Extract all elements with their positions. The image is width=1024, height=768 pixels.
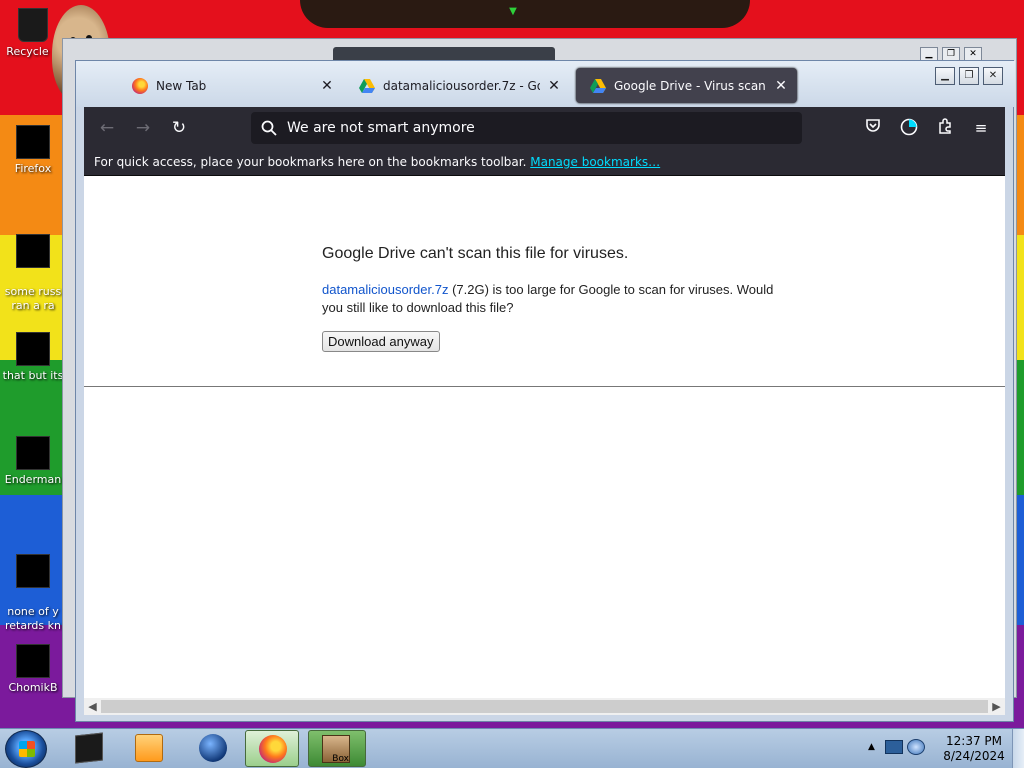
reload-icon[interactable]: ↻	[168, 118, 190, 140]
taskbar-clock[interactable]: 12:37 PM 8/24/2024	[934, 734, 1014, 764]
extensions-puzzle-icon[interactable]	[935, 118, 955, 138]
firefox-icon	[132, 77, 148, 94]
tab-title: New Tab	[156, 78, 207, 93]
close-tab-icon[interactable]: ✕	[319, 78, 335, 94]
tab-title: datamaliciousorder.7z - Google	[383, 78, 540, 93]
bookmarks-hint-text: For quick access, place your bookmarks h…	[94, 155, 527, 169]
taskbar: Box ▲ 12:37 PM 8/24/2024	[0, 728, 1024, 768]
google-drive-icon	[359, 78, 375, 93]
desktop-icon-label: some russ ran a ra	[4, 285, 62, 312]
windows-logo-icon	[19, 741, 35, 757]
tab-new-tab[interactable]: New Tab ✕	[118, 68, 343, 103]
page-title: Google Drive can't scan this file for vi…	[322, 245, 629, 262]
close-tab-icon[interactable]: ✕	[773, 78, 789, 94]
taskbar-app-media-player[interactable]	[122, 730, 176, 767]
desktop-icon-label: Enderman	[4, 473, 62, 486]
desktop-icon-label: Firefox	[14, 162, 52, 175]
taskbar-app-firefox[interactable]	[245, 730, 299, 767]
warning-message: datamaliciousorder.7z (7.2G) is too larg…	[322, 281, 792, 317]
browser-window: New Tab ✕ datamaliciousorder.7z - Google…	[75, 60, 1015, 722]
close-tab-icon[interactable]: ✕	[546, 78, 562, 94]
tab-virus-scan-warning[interactable]: Google Drive - Virus scan warn ✕	[576, 68, 797, 103]
firefox-shortcut-icon	[16, 125, 50, 159]
tray-expand-icon[interactable]: ▲	[868, 742, 875, 752]
scroll-left-icon[interactable]: ◀	[84, 698, 101, 715]
show-desktop-button[interactable]	[1012, 729, 1024, 768]
media-player-app-icon	[135, 734, 163, 762]
horizontal-scrollbar[interactable]: ◀ ▶	[84, 698, 1005, 715]
desktop-icon-enderman[interactable]: Enderman	[0, 436, 68, 487]
address-text: We are not smart anymore	[287, 120, 475, 136]
menu-hamburger-icon[interactable]: ≡	[971, 118, 991, 138]
recycle-bin-icon	[18, 8, 48, 42]
chomikbox-label: Box	[332, 754, 349, 764]
file-icon	[16, 436, 50, 470]
file-icon	[16, 234, 50, 268]
file-icon	[16, 332, 50, 366]
search-icon	[261, 120, 277, 136]
desktop-icon-chomikbox[interactable]: ChomikB	[0, 644, 68, 695]
bookmarks-toolbar: For quick access, place your bookmarks h…	[84, 149, 1005, 176]
taskbar-app-chomikbox[interactable]: Box	[308, 730, 366, 767]
cmd-app-icon	[75, 732, 103, 764]
start-button[interactable]	[5, 730, 47, 768]
close-icon[interactable]: ✕	[983, 67, 1003, 85]
desktop-icon-none-of-y[interactable]: none of y retards kn	[0, 540, 68, 633]
desktop-icon-that-but-its[interactable]: that but its	[0, 332, 68, 383]
account-icon[interactable]	[899, 118, 919, 138]
file-name-link[interactable]: datamaliciousorder.7z	[322, 282, 448, 297]
tab-title: Google Drive - Virus scan warn	[614, 78, 767, 93]
pocket-icon[interactable]	[863, 118, 883, 138]
nav-toolbar: ← → ↻ We are not smart anymore ≡	[84, 107, 1005, 149]
back-arrow-icon[interactable]: ←	[96, 118, 118, 140]
manage-bookmarks-link[interactable]: Manage bookmarks…	[530, 155, 660, 169]
clock-date: 8/24/2024	[943, 749, 1005, 763]
tab-datamaliciousorder[interactable]: datamaliciousorder.7z - Google ✕	[345, 68, 570, 103]
tab-strip: New Tab ✕ datamaliciousorder.7z - Google…	[76, 61, 1015, 107]
desktop-icon-label: ChomikB	[8, 681, 58, 694]
taskbar-app-cmd[interactable]	[62, 730, 116, 767]
desktop-icon-some-russ[interactable]: some russ ran a ra	[0, 220, 68, 313]
google-drive-icon	[590, 78, 606, 93]
content-divider	[84, 386, 1005, 387]
page-content: Google Drive can't scan this file for vi…	[84, 176, 1005, 698]
firefox-app-icon	[259, 735, 287, 763]
forward-arrow-icon[interactable]: →	[132, 118, 154, 140]
desktop-icon-firefox[interactable]: Firefox	[0, 125, 68, 176]
scroll-right-icon[interactable]: ▶	[988, 698, 1005, 715]
chomikbox-shortcut-icon	[16, 644, 50, 678]
file-icon	[16, 554, 50, 588]
clock-time: 12:37 PM	[946, 734, 1002, 748]
desktop-icon-label: none of y retards kn	[5, 605, 61, 632]
tray-app-icon[interactable]	[907, 739, 925, 755]
download-anyway-button[interactable]: Download anyway	[322, 331, 440, 352]
address-bar[interactable]: We are not smart anymore	[251, 112, 802, 144]
taskbar-app-globe[interactable]	[186, 730, 240, 767]
globe-app-icon	[199, 734, 227, 762]
minimize-icon[interactable]: ▁	[935, 67, 955, 85]
desktop-icon-label: that but its	[2, 369, 64, 382]
network-icon[interactable]	[885, 740, 903, 754]
wallpaper-green-dots: ▼	[509, 6, 517, 17]
maximize-icon[interactable]: ❐	[959, 67, 979, 85]
scrollbar-thumb[interactable]	[101, 700, 988, 713]
chomikbox-app-icon: Box	[322, 735, 350, 764]
